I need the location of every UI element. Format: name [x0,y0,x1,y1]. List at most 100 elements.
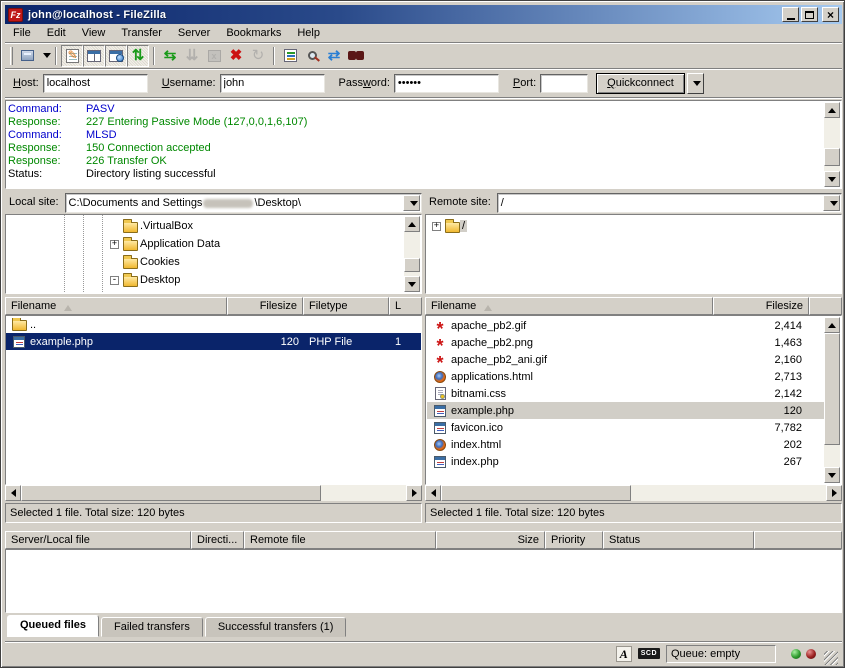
tree-item-desktop[interactable]: - Desktop [6,271,421,289]
tree-item-cookies[interactable]: Cookies [6,253,421,271]
column-filename[interactable]: Filename [425,297,713,315]
file-row[interactable]: *apache_pb2.png 1,463 [427,334,824,351]
menu-file[interactable]: File [5,25,39,41]
file-row[interactable]: *apache_pb2_ani.gif 2,160 [427,351,824,368]
maximize-button[interactable] [801,7,818,22]
tab-queued-files[interactable]: Queued files [7,615,99,637]
toggle-transfer-queue-button[interactable]: ⇅ [127,45,149,67]
file-row[interactable]: *apache_pb2.gif 2,414 [427,317,824,334]
remote-hscrollbar[interactable] [425,485,842,501]
remote-directory-tree[interactable]: + / [425,214,842,294]
log-scrollbar[interactable] [824,102,840,187]
scroll-down-button[interactable] [824,171,840,187]
scroll-down-button[interactable] [404,276,420,292]
expander-icon[interactable]: + [432,222,441,231]
scroll-thumb[interactable] [824,148,840,166]
menu-transfer[interactable]: Transfer [113,25,170,41]
site-manager-button[interactable] [16,45,38,67]
tab-failed-transfers[interactable]: Failed transfers [101,617,203,637]
scroll-right-button[interactable] [826,485,842,501]
tree-item-root[interactable]: + / [426,217,841,235]
scroll-up-button[interactable] [824,102,840,118]
scroll-up-button[interactable] [404,216,420,232]
filter-button[interactable] [279,45,301,67]
scroll-down-button[interactable] [824,467,840,483]
synchronized-browsing-button[interactable]: ⇄ [323,45,345,67]
message-log[interactable]: Command:PASV Response:227 Entering Passi… [5,100,842,189]
expander-icon[interactable]: - [110,276,119,285]
file-row[interactable]: example.php 120 [427,402,824,419]
column-filesize[interactable]: Filesize [713,297,809,315]
port-input[interactable] [540,74,588,93]
disconnect-button[interactable]: ✖ [225,45,247,67]
file-row[interactable]: .. [6,316,421,333]
username-input[interactable] [220,74,325,93]
column-status[interactable]: Status [603,531,754,549]
menu-bookmarks[interactable]: Bookmarks [218,25,289,41]
php-file-icon [432,455,448,469]
reconnect-button[interactable]: ↻ [247,45,269,67]
column-remote-file[interactable]: Remote file [244,531,436,549]
local-site-combo[interactable]: C:\Documents and Settings\Desktop\ [65,193,422,213]
minimize-button[interactable] [782,7,799,22]
scroll-thumb[interactable] [441,485,631,501]
local-site-dropdown[interactable] [403,195,420,211]
host-input[interactable] [43,74,148,93]
remote-list-scrollbar[interactable] [824,317,840,483]
local-directory-tree[interactable]: .VirtualBox + Application Data Cookies -… [5,214,422,294]
column-filetype[interactable]: Filetype [303,297,389,315]
menu-server[interactable]: Server [170,25,218,41]
tree-item-virtualbox[interactable]: .VirtualBox [6,217,421,235]
column-priority[interactable]: Priority [545,531,603,549]
process-queue-button[interactable]: ⇊ [181,45,203,67]
quickconnect-dropdown[interactable] [687,73,704,94]
column-server-local-file[interactable]: Server/Local file [5,531,191,549]
remote-file-list[interactable]: *apache_pb2.gif 2,414 *apache_pb2.png 1,… [425,315,842,485]
toggle-remote-tree-button[interactable] [105,45,127,67]
scroll-left-button[interactable] [425,485,441,501]
column-filename[interactable]: Filename [5,297,227,315]
column-filesize[interactable]: Filesize [227,297,303,315]
password-input[interactable] [394,74,499,93]
refresh-button[interactable]: ⇆ [159,45,181,67]
close-button[interactable]: × [822,7,839,22]
menu-view[interactable]: View [74,25,114,41]
toggle-message-log-button[interactable]: ✎ [61,45,83,67]
remote-site-dropdown[interactable] [823,195,840,211]
file-row[interactable]: favicon.ico 7,782 [427,419,824,436]
local-hscrollbar[interactable] [5,485,422,501]
remote-site-combo[interactable]: / [497,193,842,213]
menu-edit[interactable]: Edit [39,25,74,41]
file-row[interactable]: example.php 120 PHP File 1 [6,333,421,350]
find-files-button[interactable] [345,45,367,67]
compare-directories-button[interactable] [301,45,323,67]
scroll-thumb[interactable] [21,485,321,501]
scroll-right-button[interactable] [406,485,422,501]
data-type-icon[interactable]: A [616,646,632,662]
scroll-thumb[interactable] [824,333,840,445]
scroll-left-button[interactable] [5,485,21,501]
queue-list[interactable] [5,549,842,613]
tab-successful-transfers[interactable]: Successful transfers (1) [205,617,347,637]
site-manager-dropdown[interactable] [38,45,51,67]
toggle-local-tree-button[interactable] [83,45,105,67]
quickconnect-button[interactable]: Quickconnect [596,73,685,94]
column-size[interactable]: Size [436,531,545,549]
expander-icon[interactable]: + [110,240,119,249]
app-icon[interactable]: Fz [8,8,23,22]
column-lastmodified[interactable]: L [389,297,422,315]
local-tree-scrollbar[interactable] [404,216,420,292]
file-row[interactable]: bitnami.css 2,142 [427,385,824,402]
file-row[interactable]: applications.html 2,713 [427,368,824,385]
tree-item-application-data[interactable]: + Application Data [6,235,421,253]
column-direction[interactable]: Directi... [191,531,244,549]
file-row[interactable]: index.html 202 [427,436,824,453]
menu-help[interactable]: Help [289,25,328,41]
resize-grip[interactable] [824,651,838,665]
scroll-thumb[interactable] [404,258,420,272]
file-row[interactable]: index.php 267 [427,453,824,470]
cancel-operation-button[interactable]: x [203,45,225,67]
local-file-list[interactable]: .. example.php 120 PHP File 1 [5,315,422,485]
scroll-up-button[interactable] [824,317,840,333]
title-bar[interactable]: Fz john@localhost - FileZilla × [5,5,842,24]
